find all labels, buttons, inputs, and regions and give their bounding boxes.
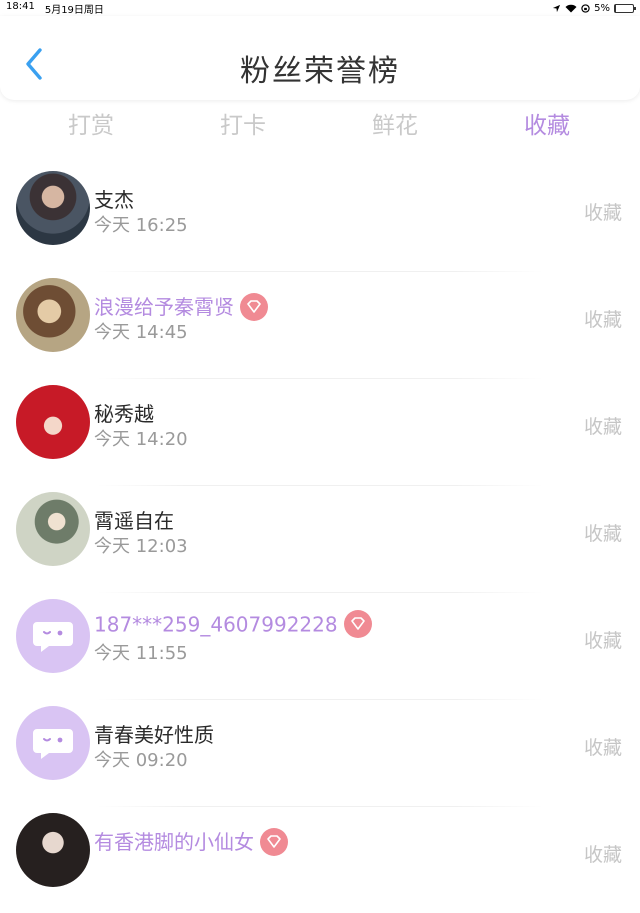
- fan-time: 今天 09:20: [94, 750, 188, 771]
- status-bar: 18:41 5月19日周日 5%: [0, 0, 640, 16]
- fan-list: 支杰 今天 16:25 收藏 浪漫给予秦霄贤 今天 14:45 收藏 秘秀越 今…: [0, 164, 640, 913]
- divider: [96, 271, 544, 272]
- divider: [96, 806, 544, 807]
- list-item[interactable]: 支杰 今天 16:25 收藏: [0, 164, 640, 271]
- fan-time: 今天 14:20: [94, 429, 188, 450]
- status-date: 5月19日周日: [44, 4, 104, 16]
- tab-bar: 打赏 打卡 鲜花 收藏: [0, 100, 640, 146]
- list-item[interactable]: 浪漫给予秦霄贤 今天 14:45 收藏: [0, 271, 640, 378]
- chat-bubble-icon: [33, 622, 73, 652]
- fan-name: 浪漫给予秦霄贤: [94, 295, 234, 319]
- tab-favorites[interactable]: 收藏: [524, 106, 570, 140]
- fan-name: 霄遥自在: [94, 509, 174, 533]
- fan-name: 秘秀越: [94, 402, 154, 426]
- avatar[interactable]: [16, 813, 90, 887]
- diamond-icon: [260, 827, 288, 856]
- fan-name: 有香港脚的小仙女: [94, 830, 254, 854]
- favorite-label: 收藏: [583, 630, 622, 652]
- divider: [96, 699, 544, 700]
- tab-reward[interactable]: 打赏: [68, 106, 114, 140]
- orientation-lock-icon: [581, 3, 590, 13]
- avatar[interactable]: [16, 492, 90, 566]
- favorite-label: 收藏: [583, 737, 622, 759]
- fan-name: 187***259_4607992228: [94, 612, 338, 637]
- fan-time: 今天 14:45: [94, 322, 188, 343]
- favorite-label: 收藏: [583, 202, 622, 224]
- list-item[interactable]: 霄遥自在 今天 12:03 收藏: [0, 485, 640, 592]
- fan-name: 支杰: [94, 188, 134, 212]
- list-item[interactable]: 有香港脚的小仙女 收藏: [0, 806, 640, 913]
- chat-bubble-icon: [33, 729, 73, 759]
- tab-flowers[interactable]: 鲜花: [372, 106, 418, 140]
- location-icon: [553, 4, 561, 12]
- battery-icon: [614, 3, 636, 13]
- list-item[interactable]: 187***259_4607992228 今天 11:55 收藏: [0, 592, 640, 699]
- tab-checkin[interactable]: 打卡: [220, 106, 266, 140]
- list-item[interactable]: 秘秀越 今天 14:20 收藏: [0, 378, 640, 485]
- avatar[interactable]: [16, 706, 90, 780]
- favorite-label: 收藏: [583, 523, 622, 545]
- avatar[interactable]: [16, 599, 90, 673]
- fan-name-wrap: 187***259_4607992228: [94, 610, 372, 640]
- page-title: 粉丝荣誉榜: [240, 54, 400, 89]
- diamond-icon: [343, 610, 372, 638]
- divider: [96, 592, 544, 593]
- divider: [96, 378, 544, 379]
- fan-time: 今天 12:03: [94, 536, 188, 557]
- favorite-label: 收藏: [583, 416, 622, 438]
- fan-time: 今天 11:55: [94, 643, 188, 664]
- divider: [96, 485, 544, 486]
- diamond-icon: [240, 292, 268, 321]
- fan-name: 青春美好性质: [94, 723, 214, 747]
- wifi-icon: [565, 4, 577, 12]
- avatar[interactable]: [16, 385, 90, 459]
- favorite-label: 收藏: [583, 844, 622, 866]
- favorite-label: 收藏: [583, 309, 622, 331]
- status-time: 18:41: [6, 0, 35, 12]
- avatar[interactable]: [16, 171, 90, 245]
- avatar[interactable]: [16, 278, 90, 352]
- navigation-bar: 粉丝荣誉榜: [0, 16, 640, 100]
- fan-time: 今天 16:25: [94, 215, 188, 236]
- list-item[interactable]: 青春美好性质 今天 09:20 收藏: [0, 699, 640, 806]
- battery-percent: 5%: [594, 2, 610, 14]
